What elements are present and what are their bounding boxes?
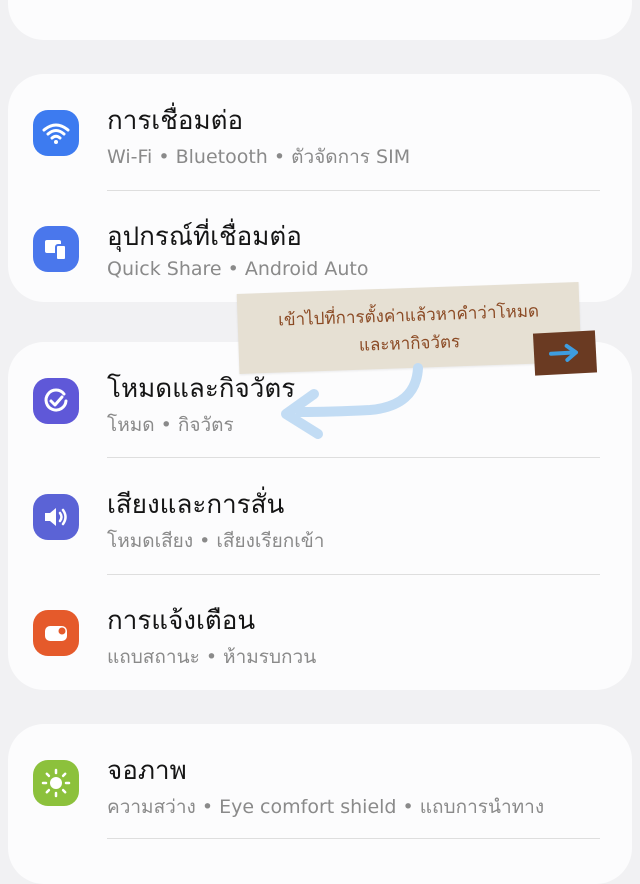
settings-group-display: จอภาพ ความสว่าง • Eye comfort shield • แ… xyxy=(8,724,632,884)
settings-group-connections: การเชื่อมต่อ Wi-Fi • Bluetooth • ตัวจัดก… xyxy=(8,74,632,302)
setting-sounds-vibration[interactable]: เสียงและการสั่น โหมดเสียง • เสียงเรียกเข… xyxy=(8,458,632,574)
annotation-arrow-box xyxy=(532,330,598,376)
setting-title: เสียงและการสั่น xyxy=(107,490,285,520)
top-card xyxy=(8,0,632,40)
setting-title: การแจ้งเตือน xyxy=(107,606,256,636)
setting-subtitle: Quick Share • Android Auto xyxy=(107,258,369,280)
setting-title: การเชื่อมต่อ xyxy=(107,106,244,136)
check-circle-icon xyxy=(33,378,79,424)
curved-arrow-icon xyxy=(281,363,423,439)
wifi-icon xyxy=(33,110,79,156)
setting-title: โหมดและกิจวัตร xyxy=(107,374,296,404)
setting-subtitle: โหมด • กิจวัตร xyxy=(107,414,234,436)
setting-subtitle: แถบสถานะ • ห้ามรบกวน xyxy=(107,646,317,668)
notification-icon xyxy=(33,610,79,656)
setting-subtitle: โหมดเสียง • เสียงเรียกเข้า xyxy=(107,530,325,552)
setting-title: จอภาพ xyxy=(107,756,187,786)
setting-subtitle: Wi-Fi • Bluetooth • ตัวจัดการ SIM xyxy=(107,146,411,168)
divider xyxy=(107,838,600,839)
sun-icon xyxy=(33,760,79,806)
setting-subtitle: ความสว่าง • Eye comfort shield • แถบการน… xyxy=(107,796,545,818)
speaker-icon xyxy=(33,494,79,540)
setting-connections[interactable]: การเชื่อมต่อ Wi-Fi • Bluetooth • ตัวจัดก… xyxy=(8,74,632,190)
arrow-right-icon xyxy=(549,343,578,362)
setting-title: อุปกรณ์ที่เชื่อมต่อ xyxy=(107,222,302,252)
setting-notifications[interactable]: การแจ้งเตือน แถบสถานะ • ห้ามรบกวน xyxy=(8,574,632,690)
setting-display[interactable]: จอภาพ ความสว่าง • Eye comfort shield • แ… xyxy=(8,724,632,840)
devices-icon xyxy=(33,226,79,272)
